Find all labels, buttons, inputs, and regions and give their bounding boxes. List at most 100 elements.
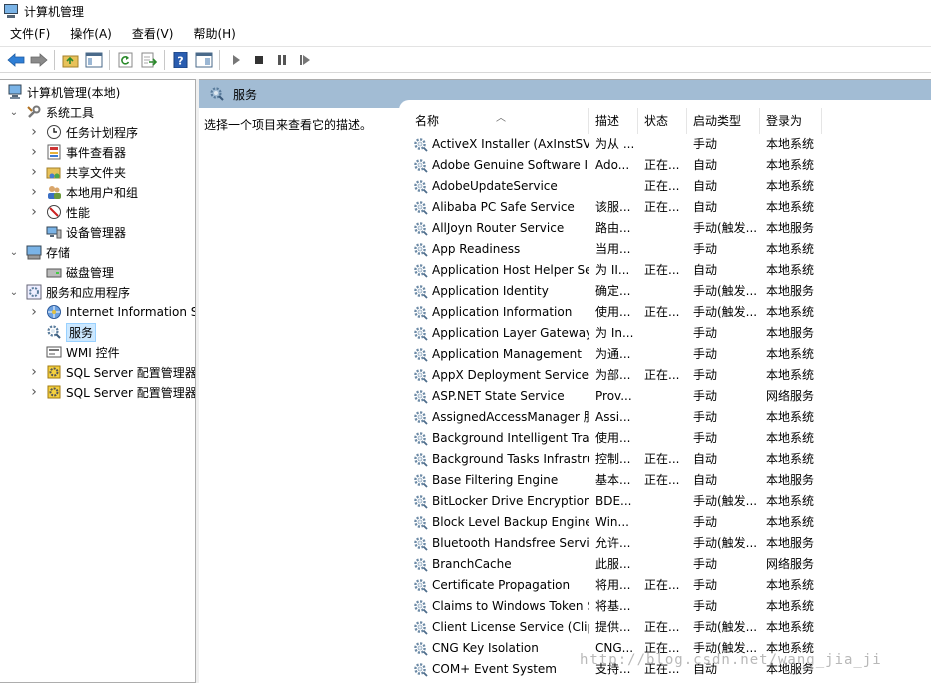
refresh-icon[interactable] — [116, 50, 136, 70]
tree-item[interactable]: WMI 控件 — [28, 342, 120, 362]
restart-icon[interactable] — [295, 50, 315, 70]
service-row[interactable]: AssignedAccessManager 服务 Assi... 手动 本地系统 — [409, 407, 931, 428]
service-row[interactable]: AppX Deployment Service (AppXSVC) 为部... 正在… — [409, 365, 931, 386]
column-name[interactable]: ︿ 名称 — [409, 108, 589, 134]
service-row[interactable]: ActiveX Installer (AxInstSV) 为从 ... 手动 本地系统 — [409, 134, 931, 155]
chevron-right-icon[interactable]: › — [28, 144, 40, 160]
tree-item[interactable]: 设备管理器 — [28, 222, 126, 242]
service-row[interactable]: App Readiness 当用... 手动 本地系统 — [409, 239, 931, 260]
chevron-right-icon[interactable]: › — [28, 184, 40, 200]
service-gear-icon — [413, 200, 429, 216]
menu-help[interactable]: 帮助(H) — [183, 23, 245, 45]
chevron-down-icon[interactable]: ⌄ — [8, 106, 20, 118]
service-row[interactable]: Client License Service (ClipSVC) 提供... 正在.… — [409, 617, 931, 638]
service-row[interactable]: Certificate Propagation 将用... 正在... 手动 本地系统 — [409, 575, 931, 596]
column-description[interactable]: 描述 — [589, 108, 638, 134]
menu-file[interactable]: 文件(F) — [0, 23, 60, 45]
column-status-label: 状态 — [644, 114, 669, 128]
tree-item[interactable]: › Internet Information Services — [28, 302, 195, 322]
pause-icon[interactable] — [272, 50, 292, 70]
tree-item[interactable]: › SQL Server 配置管理器 — [28, 382, 195, 402]
service-status: 正在... — [644, 473, 680, 487]
tree-item[interactable]: ⌄ 服务和应用程序 — [8, 282, 130, 302]
service-row[interactable]: Application Host Helper Service 为 II... 正在… — [409, 260, 931, 281]
service-gear-icon — [413, 263, 429, 279]
help-icon[interactable]: ? — [171, 50, 191, 70]
column-logon-as-label: 登录为 — [766, 114, 803, 128]
chevron-right-icon[interactable]: › — [28, 124, 40, 140]
service-description: Prov... — [595, 389, 632, 403]
tree-item[interactable]: › 任务计划程序 — [28, 122, 138, 142]
service-row[interactable]: AllJoyn Router Service 路由... 手动(触发... 本地服务 — [409, 218, 931, 239]
tree-item[interactable]: › 共享文件夹 — [28, 162, 126, 182]
service-row[interactable]: Base Filtering Engine 基本... 正在... 自动 本地服务 — [409, 470, 931, 491]
chevron-right-icon[interactable]: › — [28, 364, 40, 380]
service-startup-type: 手动(触发... — [693, 536, 758, 550]
tree-item[interactable]: ⌄ 系统工具 — [8, 102, 94, 122]
service-logon-as: 本地服务 — [766, 473, 815, 487]
tree-item[interactable]: ⌄ 存储 — [8, 242, 70, 262]
service-row[interactable]: Block Level Backup Engine Service Win... 手… — [409, 512, 931, 533]
tree-item[interactable]: › 本地用户和组 — [28, 182, 138, 202]
service-row[interactable]: Background Intelligent Transfer Service 使… — [409, 428, 931, 449]
service-row[interactable]: Application Information 使用... 正在... 手动(触发..… — [409, 302, 931, 323]
service-logon-as: 本地服务 — [766, 221, 815, 235]
tools-icon — [26, 104, 42, 120]
tree-item[interactable]: › SQL Server 配置管理器 — [28, 362, 195, 382]
export-list-icon[interactable] — [139, 50, 159, 70]
service-row[interactable]: Application Layer Gateway Service 为 In...… — [409, 323, 931, 344]
properties-icon[interactable] — [194, 50, 214, 70]
service-description: 路由... — [595, 221, 631, 235]
stop-icon[interactable] — [249, 50, 269, 70]
service-row[interactable]: AdobeUpdateService 正在... 自动 本地系统 — [409, 176, 931, 197]
event-viewer-icon — [46, 144, 62, 160]
service-startup-type: 自动 — [693, 452, 718, 466]
service-row[interactable]: BitLocker Drive Encryption Service BDE...… — [409, 491, 931, 512]
service-row[interactable]: Bluetooth Handsfree Service 允许... 手动(触发...… — [409, 533, 931, 554]
service-row[interactable]: ASP.NET State Service Prov... 手动 网络服务 — [409, 386, 931, 407]
shared-folder-icon — [46, 164, 62, 180]
service-row[interactable]: Alibaba PC Safe Service 该服... 正在... 自动 本地系统 — [409, 197, 931, 218]
chevron-right-icon[interactable]: › — [28, 204, 40, 220]
tree-item[interactable]: › 性能 — [28, 202, 90, 222]
service-gear-icon — [413, 494, 429, 510]
column-startup-type[interactable]: 启动类型 — [687, 108, 760, 134]
chevron-down-icon[interactable]: ⌄ — [8, 286, 20, 298]
menu-action[interactable]: 操作(A) — [60, 23, 122, 45]
service-row[interactable]: Claims to Windows Token Service 将基... 手动 本地… — [409, 596, 931, 617]
tree-item-label: 本地用户和组 — [66, 185, 139, 200]
service-status: 正在... — [644, 158, 680, 172]
chevron-right-icon[interactable]: › — [28, 384, 40, 400]
service-row[interactable]: Application Management 为通... 手动 本地系统 — [409, 344, 931, 365]
service-logon-as: 本地系统 — [766, 452, 815, 466]
show-hide-tree-icon[interactable] — [84, 50, 104, 70]
column-logon-as[interactable]: 登录为 — [760, 108, 822, 134]
up-folder-icon[interactable] — [61, 50, 81, 70]
service-row[interactable]: Adobe Genuine Software Integrity Service… — [409, 155, 931, 176]
tree-root[interactable]: 计算机管理(本地) — [7, 82, 120, 102]
back-icon[interactable] — [6, 50, 26, 70]
tree-item[interactable]: 服务 — [28, 322, 97, 342]
forward-icon[interactable] — [29, 50, 49, 70]
tree-item-label: 设备管理器 — [66, 225, 127, 240]
service-row[interactable]: Application Identity 确定... 手动(触发... 本地服务 — [409, 281, 931, 302]
chevron-right-icon[interactable]: › — [28, 164, 40, 180]
service-gear-icon — [413, 620, 429, 636]
chevron-down-icon[interactable]: ⌄ — [8, 246, 20, 258]
description-pane: 选择一个项目来查看它的描述。 — [199, 108, 404, 683]
menu-view[interactable]: 查看(V) — [122, 23, 184, 45]
service-logon-as: 本地系统 — [766, 263, 815, 277]
service-logon-as: 本地系统 — [766, 494, 815, 508]
service-name: Alibaba PC Safe Service — [432, 200, 575, 214]
service-row[interactable]: BranchCache 此服... 手动 网络服务 — [409, 554, 931, 575]
service-name: AllJoyn Router Service — [432, 221, 565, 235]
service-startup-type: 手动 — [693, 557, 718, 571]
tree-item[interactable]: › 事件查看器 — [28, 142, 126, 162]
tree-item[interactable]: 磁盘管理 — [28, 262, 114, 282]
service-row[interactable]: Background Tasks Infrastructure Service 控… — [409, 449, 931, 470]
computer-management-icon — [3, 3, 19, 19]
play-icon[interactable] — [226, 50, 246, 70]
chevron-right-icon[interactable]: › — [28, 304, 40, 320]
menu-bar: 文件(F) 操作(A) 查看(V) 帮助(H) — [0, 23, 931, 45]
column-status[interactable]: 状态 — [638, 108, 687, 134]
